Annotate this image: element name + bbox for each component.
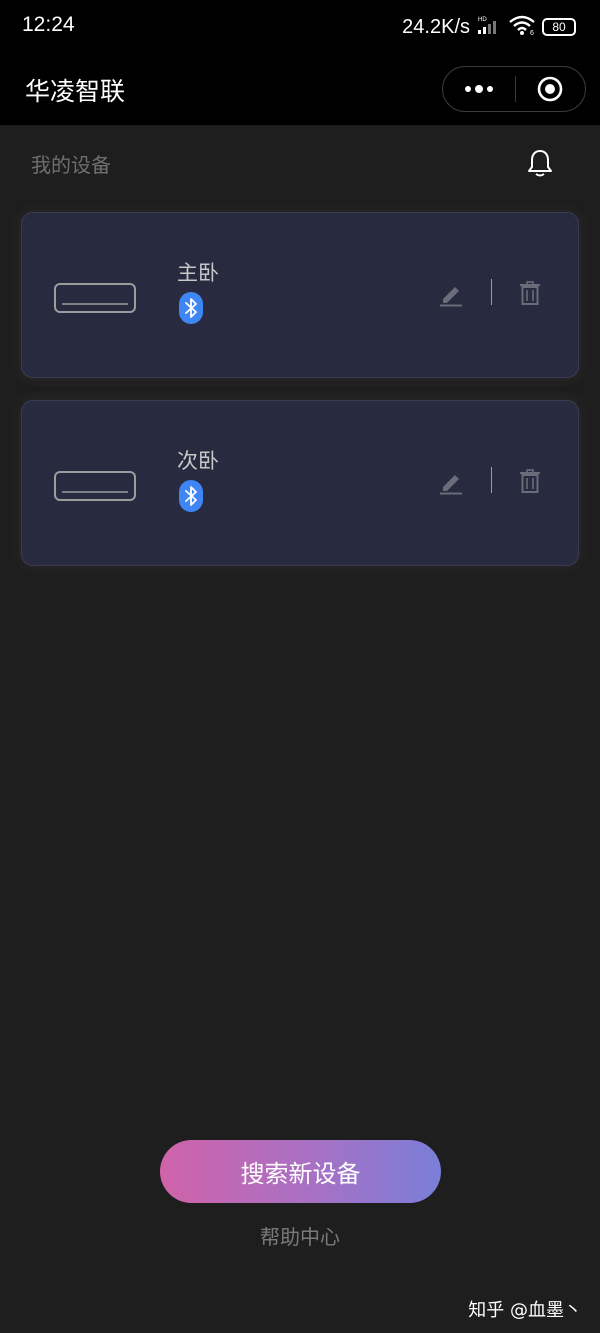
more-button[interactable] [443,67,515,111]
network-speed: 24.2K/s [402,15,470,38]
trash-icon [520,469,540,493]
more-dots-icon [464,85,493,93]
device-name: 主卧 [177,261,219,285]
bluetooth-icon [179,292,203,324]
action-divider [491,467,492,493]
pencil-icon [440,475,462,495]
bluetooth-icon [179,480,203,512]
status-bar: 12:24 24.2K/s HD 6 80 [0,0,600,52]
wifi-icon: 6 [508,14,536,40]
edit-button[interactable] [438,469,464,495]
signal-icon: HD [476,15,502,39]
air-conditioner-icon [54,471,136,501]
svg-text:HD: HD [478,17,487,23]
pencil-icon [440,287,462,307]
delete-button[interactable] [519,469,541,493]
watermark: 知乎 @血墨丶 [468,1300,582,1321]
edit-button[interactable] [438,281,464,307]
device-name: 次卧 [177,449,219,473]
air-conditioner-icon [54,283,136,313]
action-divider [491,279,492,305]
battery-icon: 80 [542,18,576,36]
device-card[interactable]: 次卧 [21,400,579,566]
status-time: 12:24 [22,13,75,36]
bell-icon [528,150,552,177]
nav-bar: 华凌智联 [0,52,600,125]
trash-icon [520,281,540,305]
device-card[interactable]: 主卧 [21,212,579,378]
svg-text:6: 6 [530,30,534,36]
target-close-icon [537,76,563,102]
mini-program-capsule [442,66,586,112]
section-title: 我的设备 [31,153,111,177]
notification-button[interactable] [524,147,556,179]
app-title: 华凌智联 [25,77,126,106]
help-center-link[interactable]: 帮助中心 [0,1221,600,1250]
search-new-device-button[interactable]: 搜索新设备 [160,1140,441,1203]
status-indicators: 24.2K/s HD 6 80 [402,14,576,40]
close-button[interactable] [516,67,586,111]
delete-button[interactable] [519,281,541,305]
